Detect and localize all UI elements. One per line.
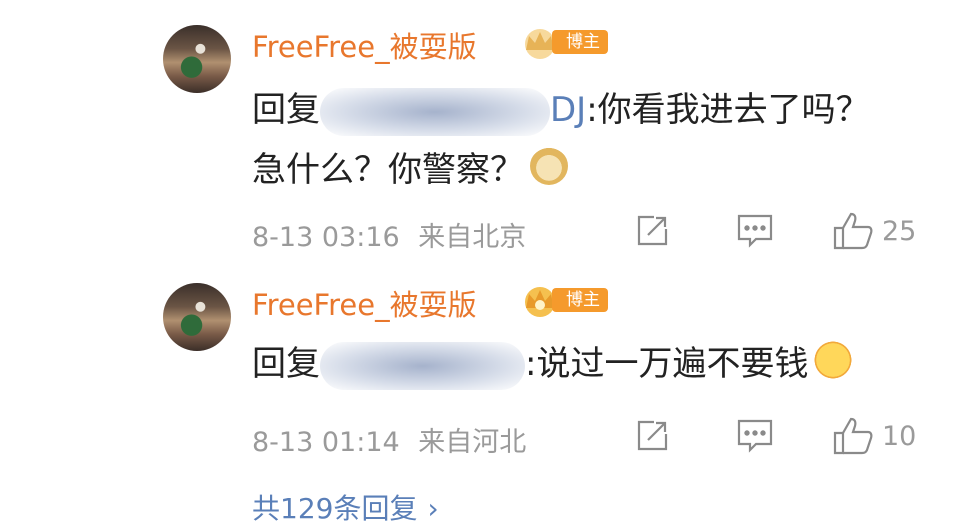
reply-prefix: 回复: [252, 344, 320, 384]
like-count: 10: [882, 420, 917, 452]
blogger-badge: 博主: [552, 30, 608, 54]
avatar[interactable]: [163, 283, 231, 351]
timestamp: 8-13 01:14: [252, 427, 400, 458]
thumbs-up-icon: [833, 417, 873, 455]
location: 来自河北: [418, 427, 527, 458]
like-button[interactable]: 25: [832, 211, 916, 251]
doge-emoji-icon: [530, 147, 568, 185]
blurred-username: [320, 87, 550, 136]
share-button[interactable]: [634, 211, 670, 251]
thumbs-up-icon: [833, 212, 873, 250]
comment-body: :说过一万遍不要钱: [525, 344, 809, 384]
blogger-badge-group: 博主: [518, 278, 618, 322]
comment-meta: 8-13 01:14 来自河北: [252, 420, 526, 459]
more-replies-label: 共129条回复: [252, 492, 418, 525]
comment-meta: 8-13 03:16 来自北京: [252, 215, 526, 254]
mention-suffix[interactable]: DJ: [550, 90, 586, 130]
blogger-badge: 博主: [552, 288, 608, 312]
share-icon: [637, 215, 668, 246]
comment-icon: [737, 419, 773, 453]
avatar[interactable]: [163, 25, 231, 93]
reply-prefix: 回复: [252, 90, 320, 130]
blogger-badge-group: 博主: [518, 20, 618, 64]
share-icon: [637, 420, 668, 451]
timestamp: 8-13 03:16: [252, 222, 400, 253]
username[interactable]: FreeFree_被耍版: [252, 24, 477, 66]
comment-text: 回复 :说过一万遍不要钱: [252, 334, 892, 394]
blurred-username: [320, 341, 525, 390]
chevron-right-icon: ›: [427, 492, 439, 525]
location: 来自北京: [418, 222, 527, 253]
username[interactable]: FreeFree_被耍版: [252, 282, 477, 324]
like-count: 25: [882, 215, 917, 247]
more-replies-link[interactable]: 共129条回复 ›: [252, 487, 439, 527]
comment-text: 回复 DJ:你看我进去了吗？急什么？你警察？: [252, 80, 892, 200]
share-button[interactable]: [634, 416, 670, 456]
comment-icon: [737, 214, 773, 248]
reply-button[interactable]: [736, 416, 774, 456]
reply-button[interactable]: [736, 211, 774, 251]
smile-emoji-icon: [814, 341, 853, 379]
like-button[interactable]: 10: [832, 416, 916, 456]
